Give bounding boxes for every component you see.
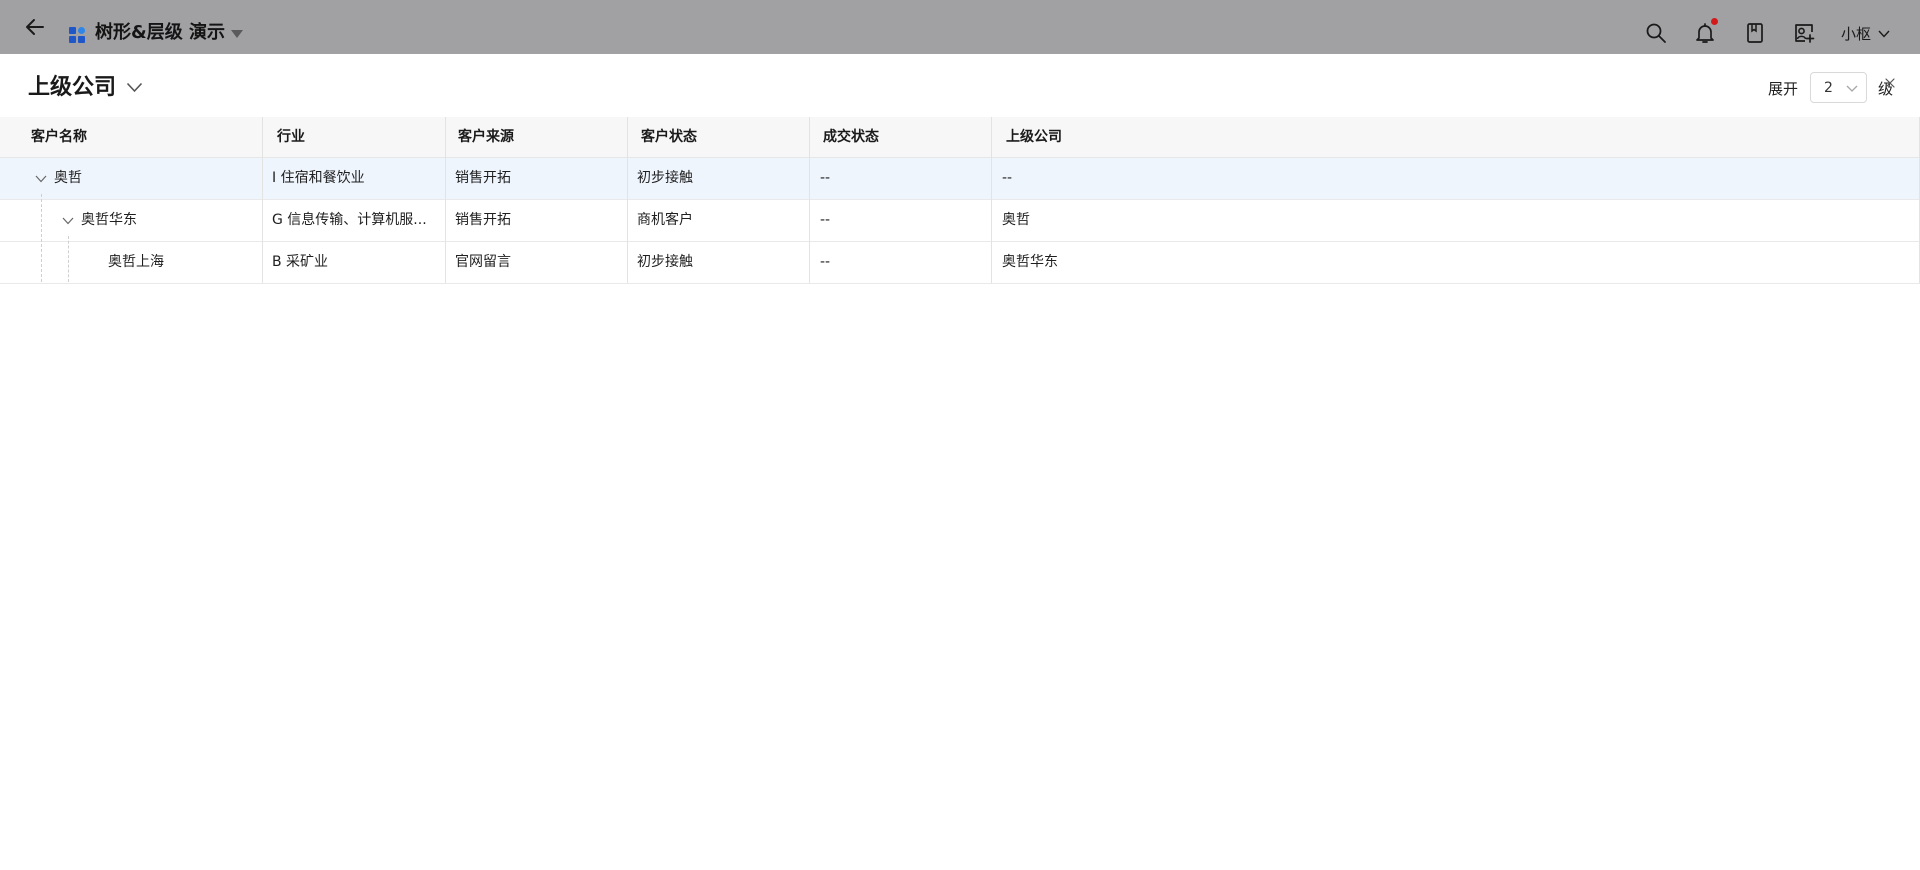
grid-apps-icon xyxy=(69,27,85,43)
view-switcher-chevron-icon[interactable] xyxy=(126,82,143,93)
cell-industry: G 信息传输、计算机服... xyxy=(272,212,427,228)
chevron-down-icon[interactable] xyxy=(1878,30,1890,38)
back-arrow-icon[interactable] xyxy=(22,14,48,40)
cell-deal-status: -- xyxy=(820,254,831,270)
table-header: 客户名称 行业 客户来源 客户状态 成交状态 上级公司 xyxy=(0,117,1920,158)
table-row[interactable]: 奥哲 I 住宿和餐饮业 销售开拓 初步接触 -- -- xyxy=(0,158,1920,200)
table-row[interactable]: 奥哲上海 B 采矿业 官网留言 初步接触 -- 奥哲华东 xyxy=(0,242,1920,284)
customer-tree-table: 客户名称 行业 客户来源 客户状态 成交状态 上级公司 奥哲 I 住宿和餐饮业 … xyxy=(0,117,1920,284)
book-icon[interactable] xyxy=(1743,21,1767,45)
contact-card-icon[interactable] xyxy=(1792,21,1816,45)
cell-customer-status: 商机客户 xyxy=(637,212,693,228)
column-header-source[interactable]: 客户来源 xyxy=(458,117,514,158)
cell-industry: I 住宿和餐饮业 xyxy=(272,170,365,186)
close-icon[interactable] xyxy=(1883,76,1897,90)
cell-parent-company: 奥哲华东 xyxy=(1002,254,1058,270)
cell-parent-company: 奥哲 xyxy=(1002,212,1030,228)
cell-customer-name[interactable]: 奥哲上海 xyxy=(108,242,258,283)
page-title: 上级公司 xyxy=(28,75,117,100)
cell-customer-name[interactable]: 奥哲华东 xyxy=(81,200,251,241)
chevron-down-icon xyxy=(1846,85,1858,92)
column-divider[interactable] xyxy=(627,117,628,283)
column-divider[interactable] xyxy=(445,117,446,283)
top-bar: 树形&层级 演示 小枢 xyxy=(0,0,1920,54)
cell-deal-status: -- xyxy=(820,170,831,186)
user-menu-name[interactable]: 小枢 xyxy=(1841,24,1871,44)
tree-guide-line xyxy=(68,236,69,282)
cell-customer-status: 初步接触 xyxy=(637,170,693,186)
cell-source: 销售开拓 xyxy=(455,170,511,186)
cell-customer-name[interactable]: 奥哲 xyxy=(54,158,254,199)
cell-source: 销售开拓 xyxy=(455,212,511,228)
column-header-deal-status[interactable]: 成交状态 xyxy=(823,117,879,158)
column-divider[interactable] xyxy=(809,117,810,283)
search-icon[interactable] xyxy=(1644,21,1668,45)
expand-level-value: 2 xyxy=(1824,80,1833,96)
column-divider[interactable] xyxy=(262,117,263,283)
column-header-customer-status[interactable]: 客户状态 xyxy=(641,117,697,158)
cell-parent-company: -- xyxy=(1002,170,1013,186)
column-divider[interactable] xyxy=(991,117,992,283)
cell-customer-status: 初步接触 xyxy=(637,254,693,270)
column-header-parent-company[interactable]: 上级公司 xyxy=(1006,117,1062,158)
table-row[interactable]: 奥哲华东 G 信息传输、计算机服... 销售开拓 商机客户 -- 奥哲 xyxy=(0,200,1920,242)
column-header-industry[interactable]: 行业 xyxy=(277,117,305,158)
cell-source: 官网留言 xyxy=(455,254,511,270)
expand-level-select[interactable]: 2 xyxy=(1810,72,1867,103)
tree-guide-line xyxy=(41,194,42,282)
app-title: 树形&层级 演示 xyxy=(95,22,225,43)
expand-label: 展开 xyxy=(1768,80,1799,98)
column-header-customer-name[interactable]: 客户名称 xyxy=(31,117,87,158)
collapse-chevron-icon[interactable] xyxy=(35,175,47,183)
notification-badge xyxy=(1711,18,1718,25)
cell-industry: B 采矿业 xyxy=(272,254,329,270)
collapse-chevron-icon[interactable] xyxy=(62,217,74,225)
app-switcher-caret-icon[interactable] xyxy=(230,29,244,39)
cell-deal-status: -- xyxy=(820,212,831,228)
